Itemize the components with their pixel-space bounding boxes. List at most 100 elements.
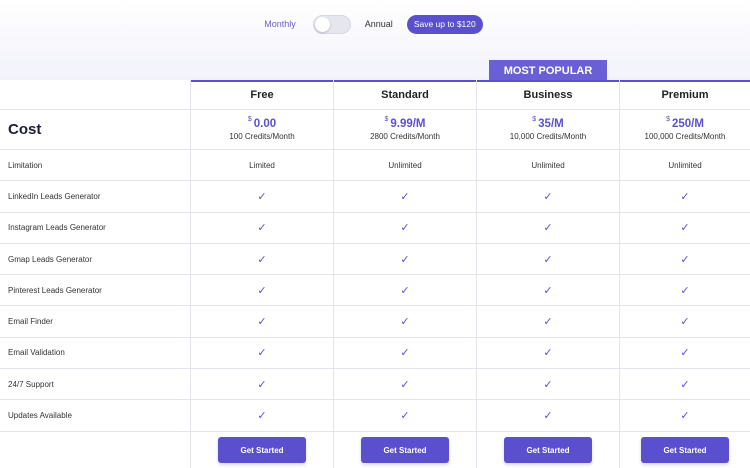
plan-header-free: Free: [191, 80, 334, 109]
currency-symbol: $: [532, 116, 537, 123]
feature-value-cell: ✓: [334, 369, 477, 400]
feature-value-cell: ✓: [477, 337, 620, 369]
feature-value-cell: ✓: [620, 400, 750, 430]
feature-value-cell: ✓: [191, 400, 334, 431]
cost-row: Cost $0.00 100 Credits/Month $9.99/M 280…: [0, 110, 750, 150]
check-icon: ✓: [400, 190, 410, 203]
check-icon: ✓: [543, 410, 553, 423]
get-started-button-free[interactable]: Get Started: [218, 437, 306, 464]
billing-period-switch[interactable]: [312, 14, 351, 34]
pricing-table: Free Standard Business Premium Cost $0.0…: [0, 80, 750, 468]
check-icon: ✓: [543, 253, 553, 266]
check-icon: ✓: [400, 378, 410, 391]
feature-label: Email Validation: [8, 348, 65, 358]
feature-value-cell: ✓: [334, 212, 477, 243]
feature-value-cell: ✓: [334, 275, 477, 306]
feature-label-cell: LinkedIn Leads Generator: [0, 181, 191, 212]
feature-value-cell: ✓: [334, 337, 477, 369]
check-icon: ✓: [257, 284, 267, 297]
price: $250/M: [666, 116, 704, 130]
feature-label-cell: 24/7 Support: [0, 369, 191, 400]
check-icon: ✓: [257, 222, 267, 235]
feature-value-cell: ✓: [477, 243, 620, 275]
check-icon: ✓: [680, 190, 690, 203]
cta-cell-standard: Get Started: [334, 431, 477, 468]
feature-value: Unlimited: [668, 160, 702, 170]
feature-value-cell: ✓: [620, 338, 750, 368]
check-icon: ✓: [257, 410, 267, 423]
plan-header-standard: Standard: [334, 80, 477, 109]
credits: 100,000 Credits/Month: [644, 132, 726, 141]
feature-value-cell: ✓: [477, 400, 620, 431]
check-icon: ✓: [543, 316, 553, 329]
feature-label: Limitation: [8, 160, 43, 170]
feature-value-cell: ✓: [620, 306, 750, 336]
feature-value-cell: ✓: [477, 306, 620, 337]
most-popular-badge: MOST POPULAR: [489, 60, 607, 81]
get-started-button-standard[interactable]: Get Started: [361, 437, 449, 464]
check-icon: ✓: [400, 284, 410, 297]
feature-value-cell: ✓: [477, 275, 620, 306]
feature-label-cell: Email Validation: [0, 337, 191, 369]
price-cell-free: $0.00 100 Credits/Month: [191, 110, 334, 149]
feature-row: Updates Available ✓ ✓ ✓ ✓: [0, 400, 750, 432]
price-cell-standard: $9.99/M 2800 Credits/Month: [334, 110, 477, 149]
cta-cell-free: Get Started: [191, 431, 334, 468]
check-icon: ✓: [257, 190, 267, 203]
feature-value-cell: ✓: [334, 181, 477, 212]
cost-label-cell: Cost: [0, 110, 191, 149]
feature-label: Gmap Leads Generator: [8, 254, 93, 264]
check-icon: ✓: [680, 347, 690, 360]
feature-value-cell: ✓: [620, 275, 750, 305]
cta-row: Get Started Get Started Get Started Get …: [0, 431, 750, 468]
price-value: 0.00: [253, 118, 277, 130]
feature-label: Instagram Leads Generator: [8, 223, 106, 233]
credits: 100 Credits/Month: [229, 132, 295, 141]
price-value: 9.99/M: [390, 118, 426, 130]
plan-header-row: Free Standard Business Premium: [0, 80, 750, 110]
check-icon: ✓: [680, 253, 690, 266]
currency-symbol: $: [247, 116, 252, 123]
check-icon: ✓: [680, 316, 690, 329]
feature-label: LinkedIn Leads Generator: [8, 191, 101, 201]
feature-value-cell: ✓: [477, 212, 620, 243]
feature-row: Email Validation ✓ ✓ ✓ ✓: [0, 337, 750, 370]
monthly-label[interactable]: Monthly: [264, 19, 296, 29]
feature-value-cell: ✓: [334, 400, 477, 431]
feature-label-cell: Updates Available: [0, 400, 191, 431]
feature-value-cell: ✓: [334, 243, 477, 275]
check-icon: ✓: [257, 378, 267, 391]
plan-header-premium: Premium: [620, 80, 750, 109]
get-started-button-premium[interactable]: Get Started: [641, 437, 729, 464]
check-icon: ✓: [257, 253, 267, 266]
check-icon: ✓: [400, 253, 410, 266]
currency-symbol: $: [666, 116, 670, 123]
price: $35/M: [532, 116, 563, 130]
feature-value-cell: ✓: [620, 213, 750, 243]
annual-label[interactable]: Annual: [365, 19, 393, 29]
feature-label-cell: Gmap Leads Generator: [0, 243, 191, 275]
feature-value-cell: ✓: [477, 181, 620, 212]
feature-label: Email Finder: [8, 317, 53, 327]
feature-value-cell: ✓: [620, 369, 750, 399]
feature-value: Limited: [249, 160, 275, 170]
feature-value-cell: ✓: [191, 306, 334, 337]
currency-symbol: $: [384, 116, 389, 123]
price: $9.99/M: [384, 116, 426, 130]
feature-value: Unlimited: [388, 160, 422, 170]
check-icon: ✓: [543, 284, 553, 297]
cost-title: Cost: [8, 121, 42, 138]
feature-value-cell: ✓: [334, 306, 477, 337]
feature-row: Limitation Limited Unlimited Unlimited Unlim…: [0, 150, 750, 182]
check-icon: ✓: [400, 222, 410, 235]
switch-knob: [314, 16, 330, 32]
feature-value-cell: ✓: [191, 337, 334, 369]
price-value: 250/M: [671, 118, 704, 130]
feature-row: Pinterest Leads Generator ✓ ✓ ✓ ✓: [0, 275, 750, 307]
header-background: [0, 0, 750, 80]
feature-value-cell: ✓: [191, 212, 334, 243]
credits: 10,000 Credits/Month: [509, 132, 587, 141]
feature-value: Unlimited: [531, 160, 565, 170]
feature-row: Email Finder ✓ ✓ ✓ ✓: [0, 306, 750, 338]
get-started-button-business[interactable]: Get Started: [504, 437, 592, 464]
